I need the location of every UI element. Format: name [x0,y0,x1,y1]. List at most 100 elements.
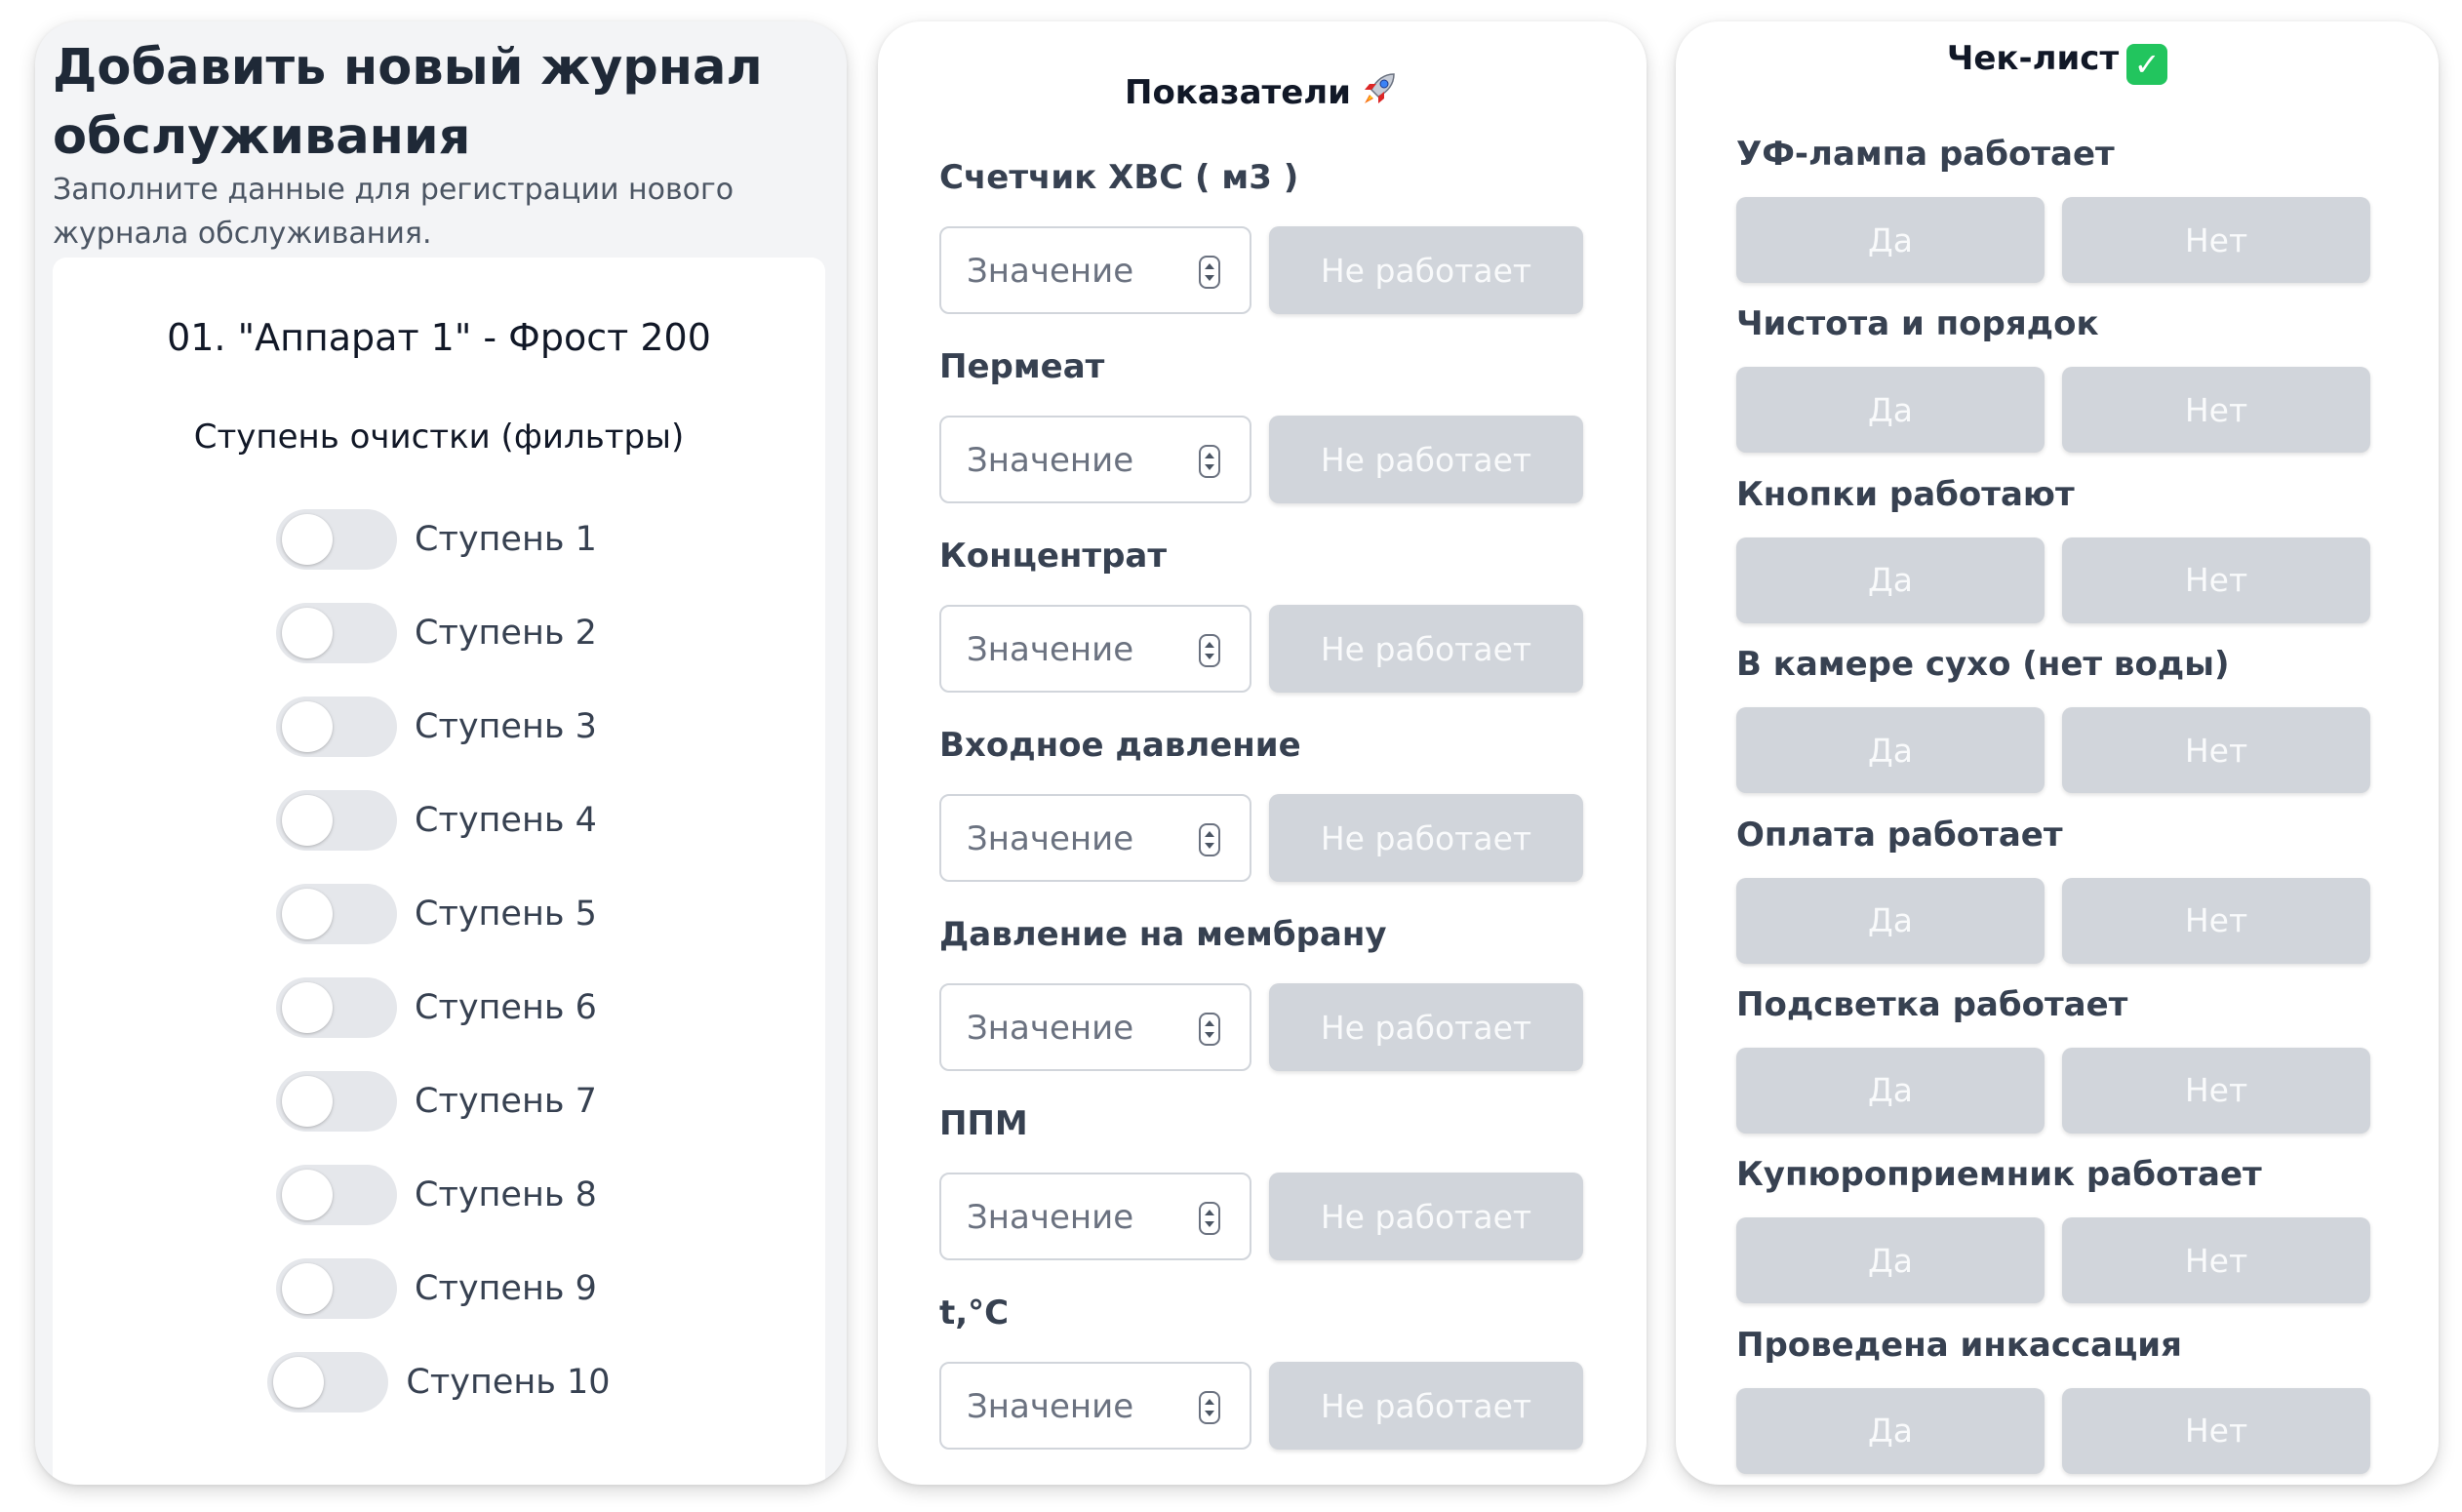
checklist-item-label: Кнопки работают [1736,474,2075,514]
metric-item: Пермеат Не работает [939,347,1583,537]
checklist-item-label: Чистота и порядок [1736,304,2099,344]
stage-item: Ступень 9 [276,1258,602,1319]
device-title: 01. "Аппарат 1" - Фрост 200 [167,316,711,359]
not-working-button[interactable]: Не работает [1269,983,1583,1071]
stage-label: Ступень 1 [415,520,597,559]
page-subtitle: Заполните данные для регистрации нового … [53,173,735,251]
stage-row: Ступень 3 [53,696,825,790]
toggle-knob [282,982,333,1033]
no-button[interactable]: Нет [2062,1217,2370,1304]
checklist-item-label: УФ-лампа работает [1736,135,2115,174]
checklist-item-label: Купюроприемник работает [1736,1155,2262,1195]
stage-row: Ступень 2 [53,603,825,696]
stage-item: Ступень 5 [276,884,602,944]
chevron-down-icon [1205,275,1214,281]
yes-button[interactable]: Да [1736,1047,2045,1134]
stepper-icon[interactable] [1199,1202,1220,1235]
stepper-icon[interactable] [1199,445,1220,478]
metric-item: Счетчик ХВС ( м3 ) Не работает [939,158,1583,347]
metric-label: Давление на мембрану [939,915,1387,954]
no-button[interactable]: Нет [2062,367,2370,454]
no-button[interactable]: Нет [2062,1387,2370,1474]
stage-toggle[interactable] [267,1352,389,1413]
chevron-up-icon [1205,642,1214,648]
new-log-panel: Добавить новый журнал обслуживания Запол… [35,21,847,1485]
stepper-icon[interactable] [1199,823,1220,856]
checklist-item-label: В камере сухо (нет воды) [1736,645,2230,685]
value-input[interactable] [967,435,1181,486]
stage-toggle[interactable] [276,790,397,851]
stage-label: Ступень 5 [415,895,597,934]
value-input[interactable] [967,1192,1181,1243]
check-mark-icon: ✓ [2126,44,2168,85]
metric-label: t,°C [939,1293,1010,1333]
stage-toggle[interactable] [276,977,397,1038]
chevron-up-icon [1205,831,1214,837]
yes-button[interactable]: Да [1736,877,2045,964]
stage-item: Ступень 8 [276,1165,602,1225]
stage-item: Ступень 6 [276,977,602,1038]
value-input[interactable] [967,246,1181,297]
stage-label: Ступень 7 [415,1082,597,1121]
yes-button[interactable]: Да [1736,367,2045,454]
checklist-item-label: Оплата работает [1736,815,2063,855]
checklist-item: Чистота и порядок Да Нет [1736,304,2380,474]
yes-button[interactable]: Да [1736,197,2045,283]
stepper-icon[interactable] [1199,634,1220,667]
value-field [939,226,1251,314]
stage-toggle[interactable] [276,1258,397,1319]
no-button[interactable]: Нет [2062,1047,2370,1134]
value-input[interactable] [967,814,1181,864]
not-working-button[interactable]: Не работает [1269,794,1583,882]
checklist-title: Чек-лист ✓ [1676,39,2439,85]
stepper-icon[interactable] [1199,1013,1220,1046]
stage-label: Ступень 6 [415,988,597,1027]
yes-button[interactable]: Да [1736,537,2045,623]
stage-toggle[interactable] [276,696,397,757]
value-input[interactable] [967,1003,1181,1054]
value-field [939,1362,1251,1450]
chevron-down-icon [1205,654,1214,659]
metrics-title-text: Показатели [1124,73,1352,112]
not-working-button[interactable]: Не работает [1269,605,1583,693]
stages-list: Ступень 1 Ступень 2 Ступень 3 Ступень 4 Ступ… [53,509,825,1446]
not-working-button[interactable]: Не работает [1269,1173,1583,1260]
checklist-item: В камере сухо (нет воды) Да Нет [1736,645,2380,815]
stepper-icon[interactable] [1199,256,1220,289]
stage-toggle[interactable] [276,509,397,570]
value-field [939,983,1251,1071]
stage-label: Ступень 10 [406,1363,611,1402]
no-button[interactable]: Нет [2062,197,2370,283]
value-input[interactable] [967,1381,1181,1432]
no-button[interactable]: Нет [2062,877,2370,964]
stage-row: Ступень 1 [53,509,825,603]
checklist-item: Подсветка работает Да Нет [1736,985,2380,1155]
stepper-icon[interactable] [1199,1391,1220,1424]
not-working-button[interactable]: Не работает [1269,416,1583,503]
yes-button[interactable]: Да [1736,707,2045,794]
no-button[interactable]: Нет [2062,537,2370,623]
chevron-down-icon [1205,843,1214,849]
metric-item: t,°C Не работает [939,1293,1583,1483]
chevron-up-icon [1205,1399,1214,1405]
not-working-button[interactable]: Не работает [1269,1362,1583,1450]
no-button[interactable]: Нет [2062,707,2370,794]
stage-toggle[interactable] [276,603,397,663]
yes-button[interactable]: Да [1736,1217,2045,1304]
toggle-knob [282,1076,333,1127]
checklist-item: Оплата работает Да Нет [1736,816,2380,985]
chevron-down-icon [1205,1411,1214,1416]
toggle-knob [282,889,333,939]
yes-button[interactable]: Да [1736,1387,2045,1474]
not-working-button[interactable]: Не работает [1269,226,1583,314]
checklist-item-label: Проведена инкассация [1736,1325,2182,1365]
stage-toggle[interactable] [276,1165,397,1225]
checklist-item: Кнопки работают Да Нет [1736,475,2380,645]
stage-item: Ступень 1 [276,509,602,570]
value-field [939,605,1251,693]
stage-toggle[interactable] [276,1071,397,1132]
metric-item: Входное давление Не работает [939,726,1583,915]
toggle-knob [282,1263,333,1314]
stage-toggle[interactable] [276,884,397,944]
value-input[interactable] [967,624,1181,675]
